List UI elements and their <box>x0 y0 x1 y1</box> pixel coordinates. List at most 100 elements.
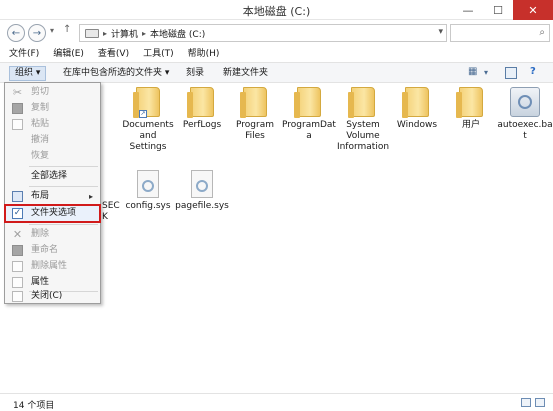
up-arrow-icon[interactable]: ↑ <box>63 24 71 35</box>
organize-button[interactable]: 组织 ▾ <box>9 66 47 81</box>
menu-separator <box>29 224 98 225</box>
shortcut-arrow-icon: ↗ <box>139 110 147 118</box>
menu-item-delete[interactable]: ✕ 删除 <box>6 227 99 242</box>
menu-item-label: 删除 <box>31 229 50 239</box>
menu-item-cut[interactable]: ✂ 剪切 <box>6 85 99 100</box>
menu-separator <box>29 186 98 187</box>
file-label: ProgramData <box>282 120 336 141</box>
menu-edit[interactable]: 编辑(E) <box>53 46 84 62</box>
menu-item-paste[interactable]: 粘贴 <box>6 117 99 132</box>
scissors-icon: ✂ <box>12 86 23 99</box>
menu-file[interactable]: 文件(F) <box>9 46 39 62</box>
forward-button[interactable]: → <box>28 24 46 42</box>
back-arrow-icon: ← <box>11 27 21 39</box>
menu-tools[interactable]: 工具(T) <box>143 46 174 62</box>
file-item-pagefile-sys[interactable]: pagefile.sys <box>174 170 230 212</box>
gear-icon <box>196 180 208 192</box>
forward-arrow-icon: → <box>32 27 42 39</box>
file-label: 用户 <box>461 120 480 130</box>
menu-item-label: 粘贴 <box>31 119 50 129</box>
large-icons-view-icon[interactable] <box>535 398 545 407</box>
menu-item-label: 文件夹选项 <box>31 208 77 218</box>
navigation-bar: ← → ▾ ↑ ▸ 计算机 ▸ 本地磁盘 (C:) ▾ ⌕ <box>0 20 553 46</box>
partial-file-label: SEC <box>102 201 120 211</box>
menu-item-remove-properties[interactable]: 删除属性 <box>6 259 99 274</box>
back-button[interactable]: ← <box>7 24 25 42</box>
menu-item-label: 剪切 <box>31 87 50 97</box>
file-label: Program Files <box>236 120 274 141</box>
menu-help[interactable]: 帮助(H) <box>188 46 220 62</box>
preview-pane-icon[interactable] <box>505 67 517 79</box>
paste-icon <box>12 119 23 130</box>
window-controls: — ☐ ✕ <box>453 0 553 20</box>
menu-item-select-all[interactable]: 全部选择 <box>6 169 99 184</box>
gear-icon <box>142 180 154 192</box>
chevron-right-icon[interactable]: ▸ <box>142 29 146 38</box>
partial-file-label: K <box>102 212 108 222</box>
include-in-library-button[interactable]: 在库中包含所选的文件夹 ▾ <box>58 66 174 81</box>
menu-item-folder-options[interactable]: ✓ 文件夹选项 <box>4 204 101 223</box>
menu-item-copy[interactable]: 复制 <box>6 101 99 116</box>
folder-icon <box>348 87 375 118</box>
menu-view[interactable]: 查看(V) <box>98 46 129 62</box>
gear-icon <box>518 95 532 109</box>
close-button[interactable]: ✕ <box>513 0 553 20</box>
menu-item-close[interactable]: 关闭(C) <box>6 289 99 304</box>
burn-button[interactable]: 刻录 <box>181 66 209 81</box>
new-folder-button[interactable]: 新建文件夹 <box>218 66 273 81</box>
chevron-right-icon[interactable]: ▸ <box>103 29 107 38</box>
select-all-icon <box>12 171 23 182</box>
menu-item-label: 全部选择 <box>31 171 68 181</box>
file-label: config.sys <box>125 201 171 211</box>
file-label: System Volume Information <box>336 120 390 152</box>
folder-icon <box>456 87 483 118</box>
search-input[interactable]: ⌕ <box>450 24 550 42</box>
file-item-documents-and-settings[interactable]: ↗ Documents and Settings <box>120 87 176 153</box>
menu-item-properties[interactable]: 属性 <box>6 275 99 290</box>
view-options-icon[interactable]: ▦ <box>468 66 477 77</box>
menu-item-undo[interactable]: 撤消 <box>6 133 99 148</box>
file-item-program-files[interactable]: Program Files <box>227 87 283 142</box>
file-label: PerfLogs <box>182 120 222 130</box>
status-bar: 14 个项目 <box>0 393 553 411</box>
folder-icon <box>294 87 321 118</box>
menu-item-rename[interactable]: 重命名 <box>6 243 99 258</box>
file-item-programdata[interactable]: ProgramData <box>281 87 337 142</box>
menu-item-label: 布局 <box>31 191 50 201</box>
menu-bar: 文件(F) 编辑(E) 查看(V) 工具(T) 帮助(H) <box>0 46 553 62</box>
file-label: Windows <box>396 120 438 130</box>
address-dropdown-icon[interactable]: ▾ <box>438 27 443 37</box>
menu-item-redo[interactable]: 恢复 <box>6 149 99 164</box>
recent-pages-chevron-icon[interactable]: ▾ <box>50 26 54 35</box>
file-item-config-sys[interactable]: config.sys <box>120 170 176 212</box>
menu-item-layout[interactable]: 布局 ▸ <box>6 189 99 204</box>
drive-icon <box>85 28 99 38</box>
view-dropdown-icon[interactable]: ▾ <box>484 68 488 77</box>
folder-icon <box>187 87 214 118</box>
help-icon[interactable]: ? <box>530 66 536 77</box>
address-bar[interactable]: ▸ 计算机 ▸ 本地磁盘 (C:) ▾ <box>79 24 447 42</box>
file-label: Documents and Settings <box>122 120 174 152</box>
maximize-button[interactable]: ☐ <box>483 0 513 20</box>
breadcrumb-computer[interactable]: 计算机 <box>111 27 138 40</box>
minimize-button[interactable]: — <box>453 0 483 20</box>
redo-icon <box>12 151 23 162</box>
file-item-system-volume-information[interactable]: System Volume Information <box>335 87 391 153</box>
file-item-windows[interactable]: Windows <box>389 87 445 131</box>
close-window-icon <box>12 291 23 302</box>
menu-item-label: 删除属性 <box>31 261 68 271</box>
file-item-autoexec-bat[interactable]: autoexec.bat <box>497 87 553 142</box>
menu-item-label: 关闭(C) <box>31 291 63 301</box>
folder-icon: ↗ <box>133 87 160 118</box>
item-count: 14 个项目 <box>13 401 55 411</box>
remove-properties-icon <box>12 261 23 272</box>
file-item-perflogs[interactable]: PerfLogs <box>174 87 230 131</box>
file-label: autoexec.bat <box>497 120 553 141</box>
properties-icon <box>12 277 23 288</box>
system-file-icon <box>191 170 213 198</box>
breadcrumb-local-disk[interactable]: 本地磁盘 (C:) <box>150 27 205 40</box>
details-view-icon[interactable] <box>521 398 531 407</box>
menu-item-label: 复制 <box>31 103 50 113</box>
organize-menu: ✂ 剪切 复制 粘贴 撤消 恢复 全部选择 布局 ▸ ✓ 文件夹选项 ✕ 删除 … <box>4 82 101 304</box>
file-item-users[interactable]: 用户 <box>443 87 499 131</box>
